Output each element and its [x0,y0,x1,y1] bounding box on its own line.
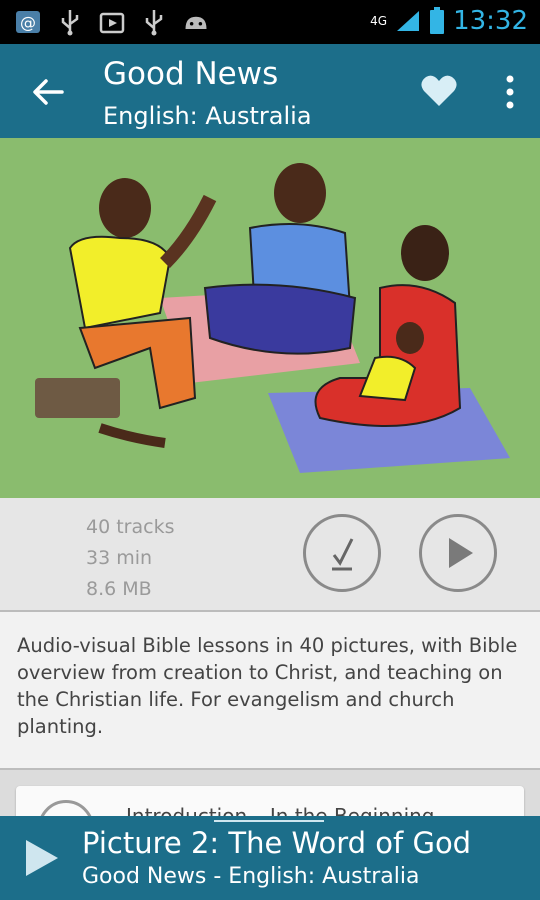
back-arrow-icon[interactable] [30,74,66,110]
list-item[interactable]: Introduction – In the Beginning [16,786,524,816]
favorite-heart-icon[interactable] [420,74,458,108]
page-subtitle: English: Australia [103,102,312,130]
app-notification-icon: @ [14,8,42,36]
file-size: 8.6 MB [86,578,152,600]
download-icon [98,8,126,36]
now-playing-title: Picture 2: The Word of God [82,826,472,860]
drag-handle-icon[interactable] [214,818,324,824]
status-right: 4G 13:32 [370,6,528,36]
battery-icon [430,7,445,34]
android-debug-icon [182,8,210,36]
info-row: 40 tracks 33 min 8.6 MB [0,498,540,612]
notification-icons: @ [14,8,210,36]
track-list[interactable]: Introduction – In the Beginning [0,770,540,816]
clock: 13:32 [453,6,528,36]
track-meta: 40 tracks 33 min 8.6 MB [86,512,174,605]
page-title: Good News [103,56,279,92]
list-item-label: Introduction – In the Beginning [126,804,435,816]
man-blue-shirt [203,163,357,355]
usb-icon-2 [140,8,168,36]
check-download-icon [332,538,354,571]
signal-icon [397,11,420,31]
download-check-button[interactable] [303,514,381,592]
svg-text:@: @ [20,13,36,32]
status-bar: @ 4G 13:32 [0,0,540,44]
usb-icon [56,8,84,36]
list-item-icon [38,800,94,816]
mini-player[interactable]: Picture 2: The Word of God Good News - E… [0,816,540,900]
play-icon [449,538,473,568]
description-text: Audio-visual Bible lessons in 40 picture… [17,634,518,738]
mini-play-icon[interactable] [22,838,62,878]
duration: 33 min [86,547,153,569]
overflow-menu-icon[interactable] [500,74,520,110]
app-bar: Good News English: Australia [0,44,540,138]
description-panel: Audio-visual Bible lessons in 40 picture… [0,612,540,770]
now-playing-subtitle: Good News - English: Australia [82,864,420,889]
play-button[interactable] [419,514,497,592]
stool [35,378,120,418]
network-type: 4G [370,14,388,28]
track-count: 40 tracks [86,516,175,538]
hero-illustration [0,138,540,498]
